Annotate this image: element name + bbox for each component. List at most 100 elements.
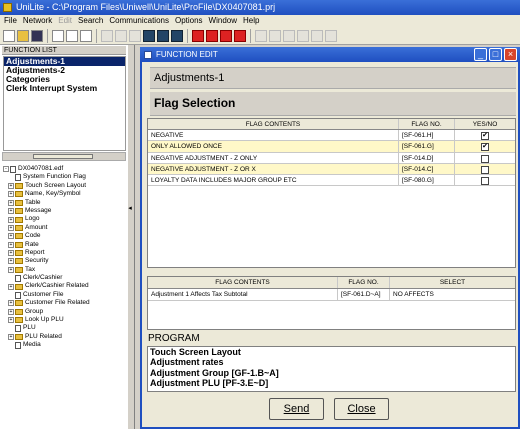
expand-icon[interactable]: + [8, 224, 14, 231]
folder-icon [15, 317, 23, 324]
table-row[interactable]: LOYALTY DATA INCLUDES MAJOR GROUP ETC [S… [148, 175, 515, 187]
up-arrow-icon[interactable] [297, 29, 309, 42]
down-arrow-icon[interactable] [325, 29, 337, 42]
expand-icon[interactable]: + [8, 283, 14, 290]
table-row[interactable]: NEGATIVE ADJUSTMENT - Z ONLY [SF-014.D] [148, 152, 515, 164]
file-icon [15, 341, 21, 349]
tree-item[interactable]: + Logo [3, 215, 127, 223]
tree-item[interactable]: + Look Up PLU [3, 316, 127, 324]
expand-icon[interactable]: + [8, 241, 14, 248]
expand-icon[interactable]: + [8, 199, 14, 206]
menu-file[interactable]: File [4, 15, 17, 27]
tree-item[interactable]: + Report [3, 249, 127, 257]
cut-icon[interactable] [101, 29, 113, 42]
expand-icon[interactable]: + [8, 334, 14, 340]
expand-icon[interactable]: + [8, 191, 14, 198]
tree-root[interactable]: - DX0407081.edf [3, 165, 127, 173]
down-arrow-icon[interactable] [311, 29, 323, 42]
transfer-icon[interactable] [220, 29, 232, 42]
expand-icon[interactable]: + [8, 258, 14, 265]
close-button[interactable]: Close [334, 398, 389, 420]
horizontal-scrollbar[interactable] [2, 152, 126, 161]
menu-window[interactable]: Window [209, 15, 237, 27]
tree-item[interactable]: + Name, Key/Symbol [3, 190, 127, 198]
file-tree[interactable]: - DX0407081.edf System Function Flag + Tou… [3, 165, 127, 429]
tree-item[interactable]: + Customer File Related [3, 299, 127, 307]
menu-network[interactable]: Network [23, 15, 52, 27]
tree-item[interactable]: + Clerk/Cashier Related [3, 282, 127, 290]
expand-icon[interactable]: + [8, 216, 14, 223]
tree-item[interactable]: + Table [3, 199, 127, 207]
view-icon[interactable] [143, 29, 155, 42]
panel-splitter[interactable] [127, 45, 135, 429]
scrollbar-thumb[interactable] [33, 154, 93, 159]
expand-icon[interactable]: + [8, 182, 14, 189]
tree-item[interactable]: + Message [3, 207, 127, 215]
copy-icon[interactable] [115, 29, 127, 42]
yes-no-checkbox[interactable]: ✔ [481, 143, 489, 152]
list-icon[interactable] [157, 29, 169, 42]
tree-item[interactable]: + PLU Related [3, 333, 127, 341]
tree-item[interactable]: + Group [3, 308, 127, 316]
print-preview-icon[interactable] [66, 29, 78, 42]
folder-icon [15, 250, 23, 257]
close-icon[interactable]: × [504, 48, 517, 61]
yes-no-checkbox[interactable] [481, 165, 489, 174]
new-file-icon[interactable] [3, 29, 15, 42]
toolbar-separator [187, 28, 188, 43]
menu-help[interactable]: Help [243, 15, 259, 27]
tree-item[interactable]: PLU [3, 324, 127, 333]
menu-search[interactable]: Search [78, 15, 103, 27]
tool-icon[interactable] [269, 29, 281, 42]
yes-no-checkbox[interactable]: ✔ [481, 132, 489, 141]
tree-item[interactable]: Customer File [3, 291, 127, 299]
up-arrow-icon[interactable] [283, 29, 295, 42]
tree-item[interactable]: + Touch Screen Layout [3, 182, 127, 190]
folder-icon [15, 300, 23, 307]
menu-options[interactable]: Options [175, 15, 203, 27]
table-row[interactable]: NEGATIVE [SF-061.H] ✔ [148, 130, 515, 142]
tree-item[interactable]: System Function Flag [3, 173, 127, 182]
tree-item[interactable]: + Code [3, 232, 127, 240]
table-row[interactable]: ONLY ALLOWED ONCE [SF-061.G] ✔ [148, 141, 515, 153]
tree-item[interactable]: Media [3, 341, 127, 349]
function-list-item[interactable]: Clerk Interrupt System [4, 84, 125, 93]
expand-icon[interactable]: + [8, 208, 14, 215]
receive-icon[interactable] [206, 29, 218, 42]
menu-edit[interactable]: Edit [58, 15, 72, 27]
table-row[interactable]: NEGATIVE ADJUSTMENT - Z OR X [SF-014.C] [148, 163, 515, 175]
yes-no-checkbox[interactable] [481, 154, 489, 163]
stop-icon[interactable] [234, 29, 246, 42]
collapse-icon[interactable]: - [3, 166, 9, 173]
splitter-arrow-icon[interactable]: ◂ [127, 204, 133, 214]
maximize-button[interactable]: □ [489, 48, 502, 61]
menu-communications[interactable]: Communications [109, 15, 169, 27]
minimize-button[interactable]: _ [474, 48, 487, 61]
expand-icon[interactable]: + [8, 317, 14, 324]
tree-item[interactable]: + Amount [3, 224, 127, 232]
flag-number: [SF-061.H] [399, 130, 455, 141]
table-row[interactable]: Adjustment 1 Affects Tax Subtotal [SF-06… [148, 289, 515, 301]
find-icon[interactable] [80, 29, 92, 42]
tree-item[interactable]: + Tax [3, 266, 127, 274]
tool-icon[interactable] [255, 29, 267, 42]
tree-item[interactable]: + Rate [3, 241, 127, 249]
save-icon[interactable] [31, 29, 43, 42]
select-value[interactable]: NO AFFECTS [390, 289, 515, 300]
grid-icon[interactable] [171, 29, 183, 42]
tree-item[interactable]: Clerk/Cashier [3, 274, 127, 282]
tree-item[interactable]: + Security [3, 257, 127, 265]
yes-no-checkbox[interactable] [481, 177, 489, 185]
send-button[interactable]: Send [269, 398, 324, 420]
expand-icon[interactable]: + [8, 266, 14, 273]
print-icon[interactable] [52, 29, 64, 42]
tree-label: Customer File [23, 290, 64, 298]
expand-icon[interactable]: + [8, 308, 14, 315]
function-list[interactable]: Adjustments-1 Adjustments-2 Categories C… [3, 56, 126, 151]
expand-icon[interactable]: + [8, 250, 14, 257]
paste-icon[interactable] [129, 29, 141, 42]
expand-icon[interactable]: + [8, 300, 14, 307]
send-icon[interactable] [192, 29, 204, 42]
expand-icon[interactable]: + [8, 233, 14, 240]
open-folder-icon[interactable] [17, 29, 29, 42]
